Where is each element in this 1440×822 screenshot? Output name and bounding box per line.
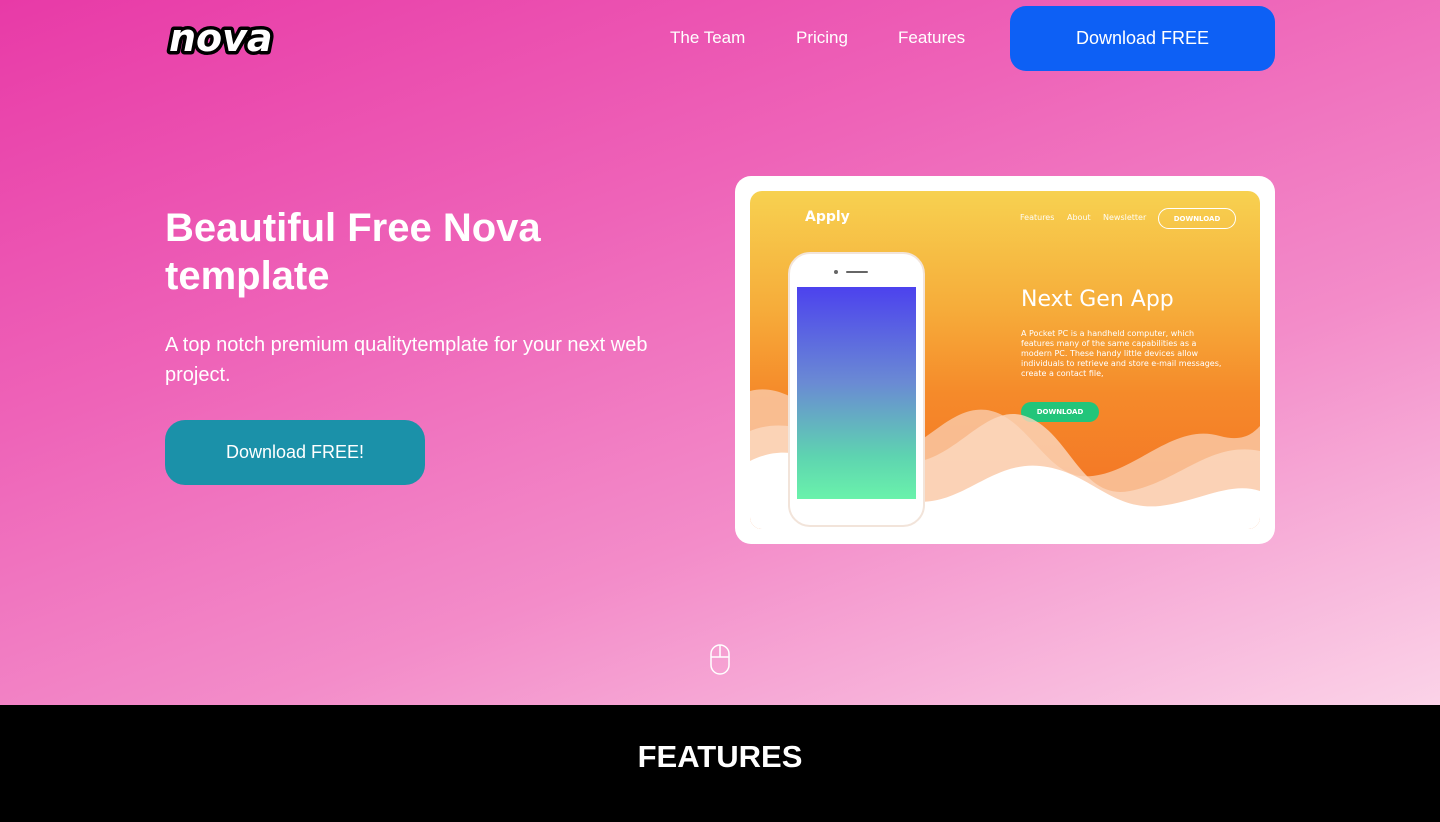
preview-brand: Apply bbox=[805, 209, 850, 225]
phone-camera bbox=[834, 270, 838, 274]
preview-nav-about: About bbox=[1067, 213, 1091, 222]
nav-link-pricing[interactable]: Pricing bbox=[796, 28, 848, 48]
nav-link-the-team[interactable]: The Team bbox=[670, 28, 745, 48]
mouse-scroll-icon[interactable] bbox=[709, 643, 731, 676]
preview-nav-features: Features bbox=[1020, 213, 1055, 222]
hero-title: Beautiful Free Nova template bbox=[165, 206, 541, 298]
phone-speaker bbox=[846, 271, 868, 273]
svg-text:nova: nova bbox=[169, 16, 273, 60]
hero-subtitle: A top notch premium qualitytemplate for … bbox=[165, 334, 648, 386]
nav-link-features[interactable]: Features bbox=[898, 28, 965, 48]
hero-section: nova The Team Pricing Features Download … bbox=[0, 0, 1440, 705]
phone-screen bbox=[797, 287, 916, 499]
preview-nav-newsletter: Newsletter bbox=[1103, 213, 1147, 222]
features-section: FEATURES bbox=[0, 705, 1440, 822]
template-preview-card: Apply Features About Newsletter DOWNLOAD… bbox=[735, 176, 1275, 544]
preview-heading: Next Gen App bbox=[1021, 287, 1174, 312]
features-title: FEATURES bbox=[637, 739, 803, 774]
preview-text: A Pocket PC is a handheld computer, whic… bbox=[1021, 329, 1222, 378]
template-preview-image: Apply Features About Newsletter DOWNLOAD… bbox=[750, 191, 1260, 529]
phone-mockup bbox=[788, 252, 925, 527]
download-free-hero-button[interactable]: Download FREE! bbox=[165, 420, 425, 485]
nova-logo[interactable]: nova bbox=[166, 16, 296, 60]
preview-nav-download-button: DOWNLOAD bbox=[1158, 208, 1236, 229]
download-free-nav-button[interactable]: Download FREE bbox=[1010, 6, 1275, 71]
